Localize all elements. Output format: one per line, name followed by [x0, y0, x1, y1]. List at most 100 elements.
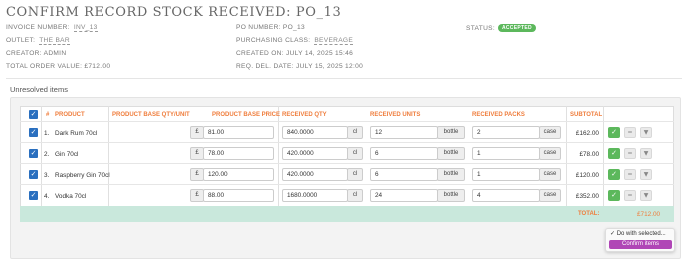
column-divider: [108, 106, 109, 222]
check-icon: ✓: [611, 191, 617, 199]
check-icon: ✓: [611, 128, 617, 136]
price-input[interactable]: 78.00: [203, 147, 274, 160]
row-checkbox[interactable]: ✓: [29, 170, 38, 179]
row-index: 1.: [44, 130, 50, 137]
received-qty-input[interactable]: 420.0000: [282, 168, 348, 181]
do-with-selected-option[interactable]: ✓ Do with selected...: [610, 230, 666, 237]
header-base-price[interactable]: PRODUCT BASE PRICE: [212, 112, 280, 118]
row-checkbox[interactable]: ✓: [29, 149, 38, 158]
invoice-number-field: INVOICE NUMBER: INV_13: [6, 24, 98, 32]
header-product[interactable]: PRODUCT: [55, 112, 85, 118]
row-divider: [20, 184, 674, 185]
created-on-text: CREATED ON: JULY 14, 2025 15:46: [236, 50, 354, 57]
column-divider: [278, 106, 279, 222]
confirm-row-button[interactable]: ✓: [608, 148, 620, 159]
outlet-field: OUTLET: THE BAR: [6, 37, 70, 45]
row-divider: [20, 142, 674, 143]
filter-row-button[interactable]: ▼: [640, 127, 652, 138]
confirm-row-button[interactable]: ✓: [608, 190, 620, 201]
confirm-row-button[interactable]: ✓: [608, 127, 620, 138]
confirm-items-button[interactable]: Confirm items: [609, 240, 672, 249]
row-subtotal: £162.00: [575, 130, 599, 137]
purchasing-class-label: PURCHASING CLASS:: [236, 37, 311, 44]
status-field: STATUS: ACCEPTED: [466, 24, 536, 32]
equals-icon: =: [627, 171, 633, 178]
price-input[interactable]: 88.00: [203, 189, 274, 202]
confirm-row-button[interactable]: ✓: [608, 169, 620, 180]
filter-row-button[interactable]: ▼: [640, 148, 652, 159]
row-checkbox[interactable]: ✓: [29, 191, 38, 200]
status-badge: ACCEPTED: [497, 24, 536, 32]
row-checkbox[interactable]: ✓: [29, 128, 38, 137]
received-qty-input[interactable]: 420.0000: [282, 147, 348, 160]
header-base-qty-unit[interactable]: PRODUCT BASE QTY/UNIT: [112, 112, 190, 118]
po-number-text: PO NUMBER: PO_13: [236, 24, 305, 31]
received-units-input[interactable]: 12: [370, 126, 438, 139]
pack-type-addon: case: [539, 126, 561, 139]
equals-row-button[interactable]: =: [624, 148, 636, 159]
header-received-qty[interactable]: RECEIVED QTY: [282, 112, 327, 118]
price-input[interactable]: 120.00: [203, 168, 274, 181]
equals-icon: =: [627, 129, 633, 136]
total-label: TOTAL:: [578, 211, 600, 217]
received-packs-input[interactable]: 1: [472, 147, 540, 160]
total-value: £712.00: [637, 211, 661, 218]
req-del-date-text: REQ. DEL. DATE: JULY 15, 2025 12:00: [236, 63, 364, 70]
received-packs-input[interactable]: 4: [472, 189, 540, 202]
price-input[interactable]: 81.00: [203, 126, 274, 139]
product-name: Raspberry Gin 70cl: [55, 172, 110, 179]
check-icon: ✓: [30, 191, 37, 199]
filter-icon: ▼: [643, 150, 649, 157]
check-icon: ✓: [30, 110, 37, 118]
received-qty-input[interactable]: 1680.0000: [282, 189, 348, 202]
received-units-input[interactable]: 6: [370, 147, 438, 160]
unit-type-addon: bottle: [437, 147, 465, 160]
equals-row-button[interactable]: =: [624, 127, 636, 138]
header-received-packs[interactable]: RECEIVED PACKS: [472, 112, 525, 118]
filter-icon: ▼: [643, 129, 649, 136]
filter-row-button[interactable]: ▼: [640, 169, 652, 180]
equals-row-button[interactable]: =: [624, 169, 636, 180]
check-icon: ✓: [611, 149, 617, 157]
invoice-number-value[interactable]: INV_13: [73, 24, 98, 32]
header-index: #: [46, 112, 50, 118]
check-icon: ✓: [30, 170, 37, 178]
unit-type-addon: bottle: [437, 189, 465, 202]
product-name: Dark Rum 70cl: [55, 130, 98, 137]
product-name: Gin 70cl: [55, 151, 79, 158]
outlet-value[interactable]: THE BAR: [39, 37, 70, 45]
received-packs-input[interactable]: 1: [472, 168, 540, 181]
outlet-label: OUTLET:: [6, 37, 36, 44]
unit-type-addon: bottle: [437, 168, 465, 181]
received-units-input[interactable]: 6: [370, 168, 438, 181]
header-received-units[interactable]: RECEIVED UNITS: [370, 112, 420, 118]
currency-addon: £: [190, 168, 204, 181]
received-qty-input[interactable]: 840.0000: [282, 126, 348, 139]
items-table: [20, 106, 674, 222]
received-packs-input[interactable]: 2: [472, 126, 540, 139]
column-divider: [603, 106, 604, 222]
row-index: 4.: [44, 193, 50, 200]
section-title: Unresolved items: [10, 85, 68, 94]
purchasing-class-value[interactable]: BEVERAGE: [314, 37, 354, 45]
total-order-value-text: TOTAL ORDER VALUE: £712.00: [6, 63, 111, 70]
received-units-input[interactable]: 24: [370, 189, 438, 202]
currency-addon: £: [190, 189, 204, 202]
qty-unit-addon: cl: [347, 126, 363, 139]
filter-icon: ▼: [643, 192, 649, 199]
header-subtotal[interactable]: SUBTOTAL: [570, 112, 602, 118]
select-all-checkbox[interactable]: ✓: [29, 110, 38, 119]
total-row: [20, 206, 674, 222]
product-name: Vodka 70cl: [55, 193, 87, 200]
qty-unit-addon: cl: [347, 147, 363, 160]
row-subtotal: £120.00: [575, 172, 599, 179]
qty-unit-addon: cl: [347, 189, 363, 202]
row-index: 3.: [44, 172, 50, 179]
pack-type-addon: case: [539, 147, 561, 160]
equals-row-button[interactable]: =: [624, 190, 636, 201]
column-divider: [566, 106, 567, 222]
filter-row-button[interactable]: ▼: [640, 190, 652, 201]
filter-icon: ▼: [643, 171, 649, 178]
check-icon: ✓: [30, 149, 37, 157]
check-icon: ✓: [611, 170, 617, 178]
